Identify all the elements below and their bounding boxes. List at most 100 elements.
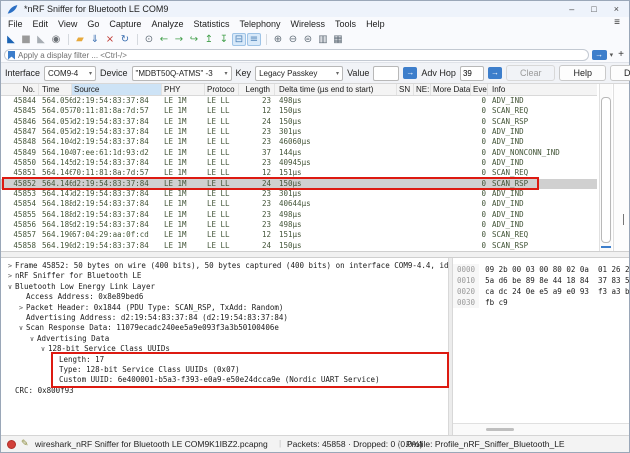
tree-expanded-icon[interactable]: ∨ [16, 323, 26, 333]
tree-expanded-icon[interactable]: ∨ [5, 282, 15, 292]
column-header-sn[interactable]: SN [397, 84, 414, 95]
packet-row[interactable]: 45856564.189d2:19:54:83:37:84LE 1MLE LL2… [1, 220, 597, 230]
column-header-time[interactable]: Time [39, 84, 72, 95]
reset-layout-icon[interactable]: ▦ [331, 33, 345, 46]
resize-columns-icon[interactable]: ▥ [316, 33, 330, 46]
hex-row[interactable]: 0020ca dc 24 0e e5 a9 e0 93 f3 a3 b5 [453, 286, 629, 297]
menu-view[interactable]: View [53, 18, 82, 30]
detail-line[interactable]: Custom UUID: 6e400001-b5a3-f393-e0a9-e50… [1, 375, 448, 385]
packet-row[interactable]: 45858564.190d2:19:54:83:37:84LE 1MLE LL2… [1, 241, 597, 251]
hex-horizontal-scrollbar[interactable] [453, 423, 629, 435]
filter-history-caret-icon[interactable]: ▾ [610, 51, 614, 59]
go-forward-icon[interactable]: → [172, 33, 186, 46]
intelligent-scrollbar-strip[interactable] [613, 84, 629, 251]
detail-line[interactable]: Type: 128-bit Service Class UUIDs (0x07) [1, 365, 448, 375]
packet-row[interactable]: 45849564.10407:ee:61:1d:93:d2LE 1MLE LL3… [1, 148, 597, 158]
clear-button[interactable]: Clear [506, 65, 556, 81]
zoom-out-icon[interactable]: ⊖ [286, 33, 300, 46]
add-filter-button[interactable]: + [616, 49, 626, 61]
bookmark-icon[interactable] [8, 51, 15, 60]
adv-hop-apply-button[interactable]: → [488, 67, 502, 79]
hex-row[interactable]: 0030fb c9 [453, 297, 629, 308]
column-header-length[interactable]: Length [239, 84, 275, 95]
device-select[interactable]: "MDBT50Q-ATMS" -3 ▾ [132, 66, 232, 81]
value-input[interactable] [373, 66, 399, 81]
profile-status[interactable]: Profile: Profile_nRF_Sniffer_Bluetooth_L… [406, 439, 565, 449]
defaults-button[interactable]: Defaults [610, 65, 630, 81]
packet-row[interactable]: 45855564.188d2:19:54:83:37:84LE 1MLE LL2… [1, 210, 597, 220]
tree-collapsed-icon[interactable]: > [5, 271, 15, 281]
maximize-icon[interactable]: □ [591, 1, 596, 17]
detail-line[interactable]: ∨Scan Response Data: 11079ecadc240ee5a9e… [1, 323, 448, 333]
go-first-icon[interactable]: ↥ [202, 33, 216, 46]
packet-row[interactable]: 45850564.145d2:19:54:83:37:84LE 1MLE LL2… [1, 158, 597, 168]
column-header-delta[interactable]: Delta time (µs end to start) [275, 84, 397, 95]
menu-telephony[interactable]: Telephony [234, 18, 285, 30]
hex-row[interactable]: 000009 2b 00 03 00 80 02 0a 01 26 20 [453, 264, 629, 275]
column-header-event[interactable]: Eve [471, 84, 488, 95]
menu-capture[interactable]: Capture [104, 18, 146, 30]
tree-collapsed-icon[interactable]: > [16, 303, 26, 313]
help-button[interactable]: Help [559, 65, 606, 81]
packet-row[interactable]: 45854564.188d2:19:54:83:37:84LE 1MLE LL2… [1, 199, 597, 209]
open-capture-icon[interactable]: ▰ [73, 33, 87, 46]
detail-line[interactable]: Advertising Address: d2:19:54:83:37:84 (… [1, 313, 448, 323]
save-capture-icon[interactable]: ⇓ [88, 33, 102, 46]
packet-row[interactable]: 45844564.056d2:19:54:83:37:84LE 1MLE LL2… [1, 96, 597, 106]
packet-row[interactable]: 45848564.104d2:19:54:83:37:84LE 1MLE LL2… [1, 137, 597, 147]
packet-row[interactable]: 45852564.146d2:19:54:83:37:84LE 1MLE LL2… [1, 179, 597, 189]
adv-hop-input[interactable] [460, 66, 484, 81]
detail-line[interactable]: Access Address: 0x8e89bed6 [1, 292, 448, 302]
menu-help[interactable]: Help [361, 18, 390, 30]
zoom-in-icon[interactable]: ⊕ [271, 33, 285, 46]
detail-line[interactable]: >Packet Header: 0x1844 (PDU Type: SCAN_R… [1, 303, 448, 313]
menu-tools[interactable]: Tools [330, 18, 361, 30]
column-header-nesn[interactable]: NE: [414, 84, 431, 95]
detail-line[interactable]: Length: 17 [1, 355, 448, 365]
column-header-info[interactable]: Info [488, 84, 597, 95]
capture-options-icon[interactable]: ◣ [34, 33, 48, 46]
pane-divider[interactable] [1, 251, 629, 258]
hex-scrollbar-thumb[interactable] [486, 428, 514, 431]
menu-wireless[interactable]: Wireless [286, 18, 331, 30]
detail-line[interactable]: >Frame 45852: 50 bytes on wire (400 bits… [1, 261, 448, 271]
go-back-icon[interactable]: ← [157, 33, 171, 46]
detail-line[interactable]: CRC: 0x800f93 [1, 386, 448, 396]
colorize-icon[interactable]: ≡ [247, 33, 261, 46]
stop-capture-icon[interactable]: ■ [19, 33, 33, 46]
hex-row[interactable]: 00105a d6 be 89 8e 44 18 84 37 83 54 [453, 275, 629, 286]
reload-capture-icon[interactable]: ↻ [118, 33, 132, 46]
packet-list-scrollbar[interactable] [599, 84, 612, 251]
restart-capture-icon[interactable]: ◉ [49, 33, 63, 46]
detail-line[interactable]: ∨Advertising Data [1, 334, 448, 344]
menu-statistics[interactable]: Statistics [188, 18, 234, 30]
close-capture-icon[interactable]: × [103, 33, 117, 46]
column-header-no[interactable]: No. [1, 84, 39, 95]
go-last-icon[interactable]: ↧ [217, 33, 231, 46]
detail-line[interactable]: ∨128-bit Service Class UUIDs [1, 344, 448, 354]
menu-file[interactable]: File [3, 18, 28, 30]
apply-filter-button[interactable]: → [592, 50, 607, 60]
packet-row[interactable]: 45846564.057d2:19:54:83:37:84LE 1MLE LL2… [1, 117, 597, 127]
go-to-packet-icon[interactable]: ↪ [187, 33, 201, 46]
expert-info-icon[interactable]: ✎ [21, 438, 29, 449]
scrollbar-thumb[interactable] [601, 97, 611, 243]
key-select[interactable]: Legacy Passkey ▾ [255, 66, 343, 81]
detail-line[interactable]: >nRF Sniffer for Bluetooth LE [1, 271, 448, 281]
menu-edit[interactable]: Edit [28, 18, 54, 30]
find-packet-icon[interactable]: ⊙ [142, 33, 156, 46]
detail-line[interactable]: ∨Bluetooth Low Energy Link Layer [1, 282, 448, 292]
menu-analyze[interactable]: Analyze [146, 18, 188, 30]
column-header-protocol[interactable]: Protoco [205, 84, 239, 95]
auto-scroll-icon[interactable]: ⊟ [232, 33, 246, 46]
packet-row[interactable]: 45845564.05770:11:81:8a:7d:57LE 1MLE LL1… [1, 106, 597, 116]
packet-row[interactable]: 45853564.147d2:19:54:83:37:84LE 1MLE LL2… [1, 189, 597, 199]
tree-expanded-icon[interactable]: ∨ [38, 344, 48, 354]
capture-file-name[interactable]: wireshark_nRF Sniffer for Bluetooth LE C… [35, 439, 268, 449]
column-header-more_data[interactable]: More Data [431, 84, 471, 95]
hamburger-icon[interactable]: ≡ [614, 17, 620, 28]
menu-go[interactable]: Go [82, 18, 104, 30]
interface-select[interactable]: COM9-4 ▾ [44, 66, 96, 81]
start-capture-icon[interactable]: ◣ [4, 33, 18, 46]
display-filter-input[interactable] [18, 51, 585, 60]
